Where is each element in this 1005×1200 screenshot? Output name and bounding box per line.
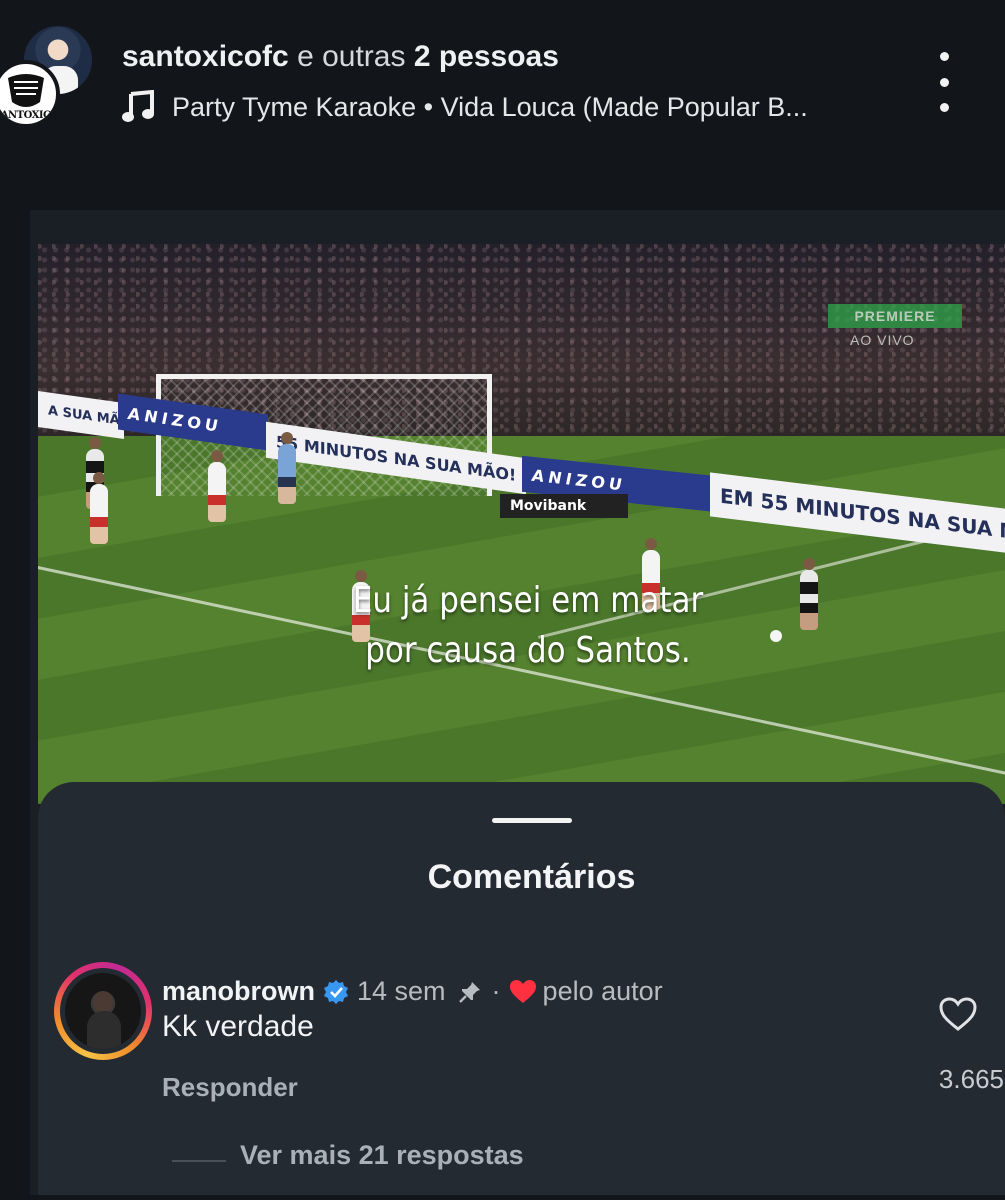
comment-time: 14 sem: [357, 976, 446, 1006]
comment-text: Kk verdade: [162, 1010, 314, 1043]
more-vertical-icon[interactable]: [925, 52, 963, 112]
post-card: A SUA MÃO! ANIZOU 55 MINUTOS NA SUA MÃO!…: [30, 210, 1005, 1195]
music-note-icon: [122, 90, 154, 122]
reply-button[interactable]: Responder: [162, 1072, 298, 1103]
pin-icon: [458, 981, 480, 1003]
like-count: 3.665: [938, 1064, 1004, 1094]
others-prefix: e outras: [297, 40, 406, 73]
broadcast-status: AO VIVO: [850, 332, 915, 348]
crest-text: SANTOXICO: [0, 110, 59, 121]
comment-username[interactable]: manobrown: [162, 976, 315, 1007]
player: [90, 472, 108, 544]
music-title: Party Tyme Karaoke • Vida Louca (Made Po…: [172, 91, 808, 122]
liked-by-author: pelo autor: [542, 976, 663, 1006]
player: [278, 432, 296, 504]
crest-icon: [8, 74, 44, 107]
broadcast-badge: PREMIERE: [828, 304, 962, 328]
avatar[interactable]: [54, 962, 152, 1060]
post-header: SANTOXICO santoxicofc e outras 2 pessoas…: [0, 0, 1005, 200]
username[interactable]: santoxicofc: [122, 40, 289, 73]
comments-sheet: Comentários manobrown 14 sem · pelo auto…: [38, 782, 1005, 1195]
avatar[interactable]: SANTOXICO: [0, 60, 60, 128]
collab-avatars[interactable]: SANTOXICO: [0, 24, 100, 136]
divider: [172, 1160, 226, 1162]
video-caption: Eu já pensei em matar por causa do Santo…: [107, 576, 950, 676]
ad-board: Movibank: [500, 494, 628, 518]
player: [208, 450, 226, 522]
verified-badge-icon: [324, 979, 348, 1004]
drag-handle[interactable]: [492, 818, 572, 823]
caption-line: Eu já pensei em matar: [352, 580, 704, 621]
music-line[interactable]: Party Tyme Karaoke • Vida Louca (Made Po…: [122, 90, 808, 124]
video-frame[interactable]: A SUA MÃO! ANIZOU 55 MINUTOS NA SUA MÃO!…: [38, 244, 1005, 804]
caption-line: por causa do Santos.: [365, 630, 691, 671]
separator: ·: [491, 976, 501, 1006]
author-heart-icon: [509, 979, 536, 1003]
comment-meta: manobrown 14 sem · pelo autor: [162, 976, 663, 1007]
collab-line[interactable]: santoxicofc e outras 2 pessoas: [122, 40, 559, 74]
view-more-replies-button[interactable]: Ver mais 21 respostas: [240, 1140, 524, 1171]
others-count[interactable]: 2 pessoas: [414, 40, 559, 73]
comments-title: Comentários: [427, 858, 636, 896]
heart-icon[interactable]: [938, 996, 978, 1032]
